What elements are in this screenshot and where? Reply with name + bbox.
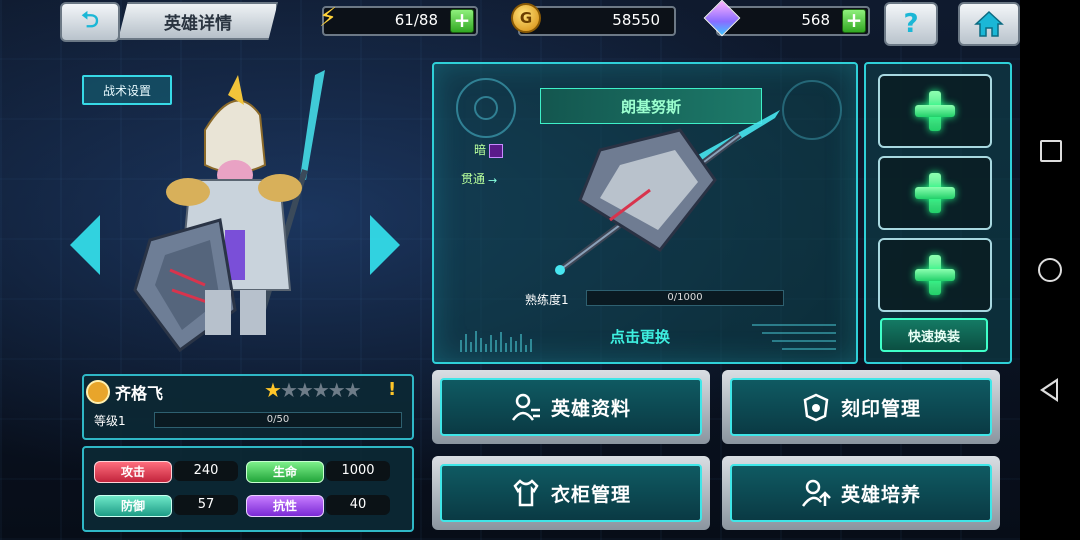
hero-profile-button[interactable]: 英雄资料	[432, 370, 710, 444]
equipment-slot-3[interactable]	[878, 238, 992, 312]
gem-counter: 568 +	[716, 6, 870, 36]
hero-star-rating: ★★★★★★	[264, 378, 362, 402]
prev-hero-arrow[interactable]	[70, 215, 100, 275]
gem-value: 568	[801, 11, 830, 29]
scope-decoration-right	[782, 80, 842, 140]
hero-profile-label: 英雄资料	[550, 397, 631, 420]
add-icon	[915, 91, 955, 131]
next-hero-arrow[interactable]	[370, 215, 400, 275]
wardrobe-icon	[511, 478, 541, 508]
star-empty-icon: ★	[295, 378, 314, 402]
equalizer-decoration	[460, 331, 532, 352]
add-icon	[915, 255, 955, 295]
energy-counter: 61/88 +	[322, 6, 478, 36]
star-empty-icon: ★	[311, 378, 330, 402]
hero-portrait	[133, 70, 325, 353]
hero-training-label: 英雄培养	[840, 483, 921, 506]
star-filled-icon: ★	[264, 378, 282, 402]
gem-icon	[703, 0, 741, 37]
scope-decoration	[456, 78, 516, 138]
star-empty-icon: ★	[279, 378, 298, 402]
home-circle-icon[interactable]	[1038, 258, 1062, 282]
pierce-icon: →	[488, 173, 498, 187]
energy-value: 61/88	[394, 11, 438, 29]
dark-element-icon	[489, 143, 504, 158]
game-screen: ⮌ 英雄详情 61/88 + ⚡ 58550 G 568 + ? 战术设置 齐格…	[0, 0, 1020, 540]
hero-exp-bar: 0/50	[154, 412, 402, 428]
imprint-manage-label: 刻印管理	[840, 397, 921, 420]
upgrade-icon	[801, 478, 831, 508]
badge-icon	[801, 392, 831, 422]
equipment-slot-1[interactable]	[878, 74, 992, 148]
profile-icon	[511, 392, 541, 422]
stat-defense-value: 57	[174, 495, 238, 515]
imprint-manage-button[interactable]: 刻印管理	[722, 370, 1000, 444]
hero-stats-panel	[82, 446, 414, 532]
home-button[interactable]	[958, 2, 1020, 46]
energy-plus-button[interactable]: +	[450, 9, 474, 33]
home-icon	[974, 10, 1004, 37]
back-triangle-icon[interactable]	[1040, 378, 1058, 402]
back-button[interactable]: ⮌	[60, 2, 120, 42]
gem-plus-button[interactable]: +	[842, 9, 866, 33]
stat-health-label: 生命	[246, 461, 324, 483]
proficiency-text: 0/1000	[667, 292, 703, 303]
stat-attack-label: 攻击	[94, 461, 172, 483]
weapon-image	[555, 110, 780, 275]
page-title: 英雄详情	[118, 2, 278, 40]
swap-weapon-button[interactable]: 点击更换	[610, 326, 670, 347]
stat-defense-label: 防御	[94, 495, 172, 517]
star-empty-icon: ★	[327, 378, 346, 402]
weapon-attr-pierce: 贯通 →	[461, 170, 500, 187]
quick-equip-button[interactable]: 快速换装	[880, 318, 988, 352]
coin-icon: G	[510, 2, 542, 34]
lightning-icon: ⚡	[318, 3, 338, 33]
add-icon	[915, 173, 955, 213]
help-button[interactable]: ?	[884, 2, 938, 46]
stat-resist-value: 40	[326, 495, 390, 515]
equipment-slot-2[interactable]	[878, 156, 992, 230]
lines-decoration	[752, 324, 836, 350]
gold-value: 58550	[612, 11, 660, 29]
wardrobe-label: 衣柜管理	[550, 483, 631, 506]
recent-apps-icon[interactable]	[1040, 140, 1062, 162]
upgrade-alert-icon[interactable]: !	[388, 379, 396, 400]
stat-attack-value: 240	[174, 461, 238, 481]
hero-level: 等级1	[94, 414, 126, 428]
stat-health-value: 1000	[326, 461, 390, 481]
proficiency-bar: 0/1000	[586, 290, 784, 306]
proficiency-label: 熟练度1	[525, 293, 569, 307]
hero-name: 齐格飞	[115, 384, 164, 403]
weapon-attr-dark: 暗	[474, 141, 504, 158]
help-icon: ?	[903, 9, 919, 39]
stat-resist-label: 抗性	[246, 495, 324, 517]
back-arrow-icon: ⮌	[81, 8, 99, 33]
hero-training-button[interactable]: 英雄培养	[722, 456, 1000, 530]
wardrobe-button[interactable]: 衣柜管理	[432, 456, 710, 530]
hero-class-icon	[86, 380, 110, 404]
star-empty-icon: ★	[343, 378, 362, 402]
hero-exp-text: 0/50	[266, 414, 290, 425]
